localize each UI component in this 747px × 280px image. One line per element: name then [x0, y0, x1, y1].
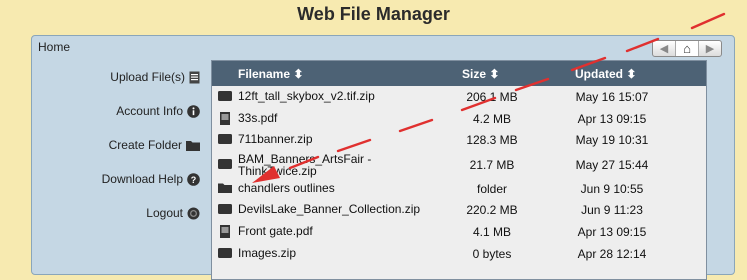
pdf-file-icon	[218, 224, 232, 241]
pdf-file-icon	[218, 111, 232, 128]
size-header[interactable]: Size ⬍	[462, 67, 499, 81]
home-icon[interactable]: ⌂	[676, 41, 699, 56]
table-row[interactable]: 33s.pdf 4.2 MB Apr 13 09:15	[212, 108, 706, 130]
upload-files-button[interactable]: Upload File(s)	[110, 70, 200, 84]
filename-header[interactable]: Filename ⬍	[238, 67, 303, 81]
zip-file-icon	[218, 247, 232, 262]
updated-header[interactable]: Updated ⬍	[575, 67, 636, 81]
help-icon: ?	[187, 172, 200, 186]
forward-icon[interactable]: ▶	[699, 41, 721, 56]
zip-file-icon	[218, 203, 232, 218]
zip-file-icon	[218, 158, 232, 173]
table-row[interactable]: Images.zip 0 bytes Apr 28 12:14	[212, 243, 706, 265]
table-header: Filename ⬍ Size ⬍ Updated ⬍	[212, 61, 706, 86]
table-row[interactable]: DevilsLake_Banner_Collection.zip 220.2 M…	[212, 199, 706, 221]
account-info-button[interactable]: Account Info	[116, 104, 200, 118]
table-row[interactable]: 711banner.zip 128.3 MB May 19 10:31	[212, 129, 706, 151]
page-title: Web File Manager	[297, 4, 450, 24]
document-icon	[189, 71, 200, 84]
table-row[interactable]: 12ft_tall_skybox_v2.tif.zip 206.1 MB May…	[212, 86, 706, 108]
breadcrumb[interactable]: Home	[38, 40, 70, 54]
folder-icon	[218, 182, 232, 197]
svg-text:?: ?	[191, 175, 197, 185]
file-manager-panel: Home ◀ ⌂ ▶ Upload File(s) Account Info C…	[31, 35, 735, 280]
zip-file-icon	[218, 90, 232, 105]
file-table: Filename ⬍ Size ⬍ Updated ⬍ 12ft_tall_sk…	[211, 60, 707, 280]
zip-file-icon	[218, 133, 232, 148]
info-icon	[187, 104, 200, 118]
back-icon[interactable]: ◀	[653, 41, 676, 56]
table-row[interactable]: BAM_Banners_ArtsFair - ThinkTwice.zip 21…	[212, 151, 706, 178]
nav-controls: ◀ ⌂ ▶	[652, 40, 722, 57]
table-row[interactable]: chandlers outlines folder Jun 9 10:55	[212, 178, 706, 200]
folder-icon	[186, 140, 200, 151]
table-row[interactable]: Front gate.pdf 4.1 MB Apr 13 09:15	[212, 221, 706, 243]
power-icon	[187, 207, 200, 220]
logout-button[interactable]: Logout	[146, 206, 200, 220]
download-help-button[interactable]: Download Help ?	[102, 172, 200, 186]
create-folder-button[interactable]: Create Folder	[109, 138, 200, 152]
